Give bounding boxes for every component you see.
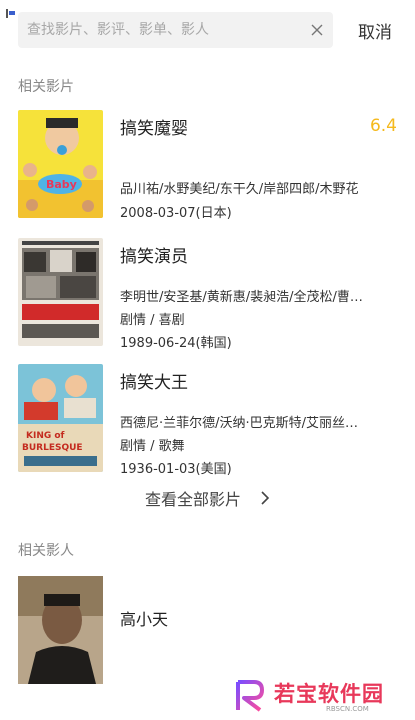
movie-title: 搞笑演员 <box>120 247 188 267</box>
chevron-right-icon <box>260 490 270 509</box>
movie-rating: 6.4 <box>369 116 397 136</box>
status-bar-indicator <box>6 9 15 18</box>
view-all-movies-button[interactable]: 查看全部影片 <box>0 486 415 510</box>
movie-item[interactable]: Baby 搞笑魔婴 6.4 品川祐/水野美纪/东干久/岸部四郎/木野花 2008… <box>0 110 415 221</box>
view-all-label: 查看全部影片 <box>144 490 241 509</box>
search-bar <box>18 12 333 48</box>
movie-poster: KING of BURLESQUE <box>18 364 103 472</box>
svg-text:BURLESQUE: BURLESQUE <box>22 443 83 453</box>
movie-item[interactable]: KING of BURLESQUE 搞笑大王 西德尼·兰菲尔德/沃纳·巴克斯特/… <box>0 364 415 477</box>
logo-icon <box>236 680 264 712</box>
movie-item[interactable]: 搞笑演员 李明世/安圣基/黄新惠/裴昶浩/全茂松/曹… 剧情 / 喜剧 1989… <box>0 238 415 351</box>
watermark-subtext: RBSCN.COM <box>326 705 369 713</box>
search-input[interactable] <box>18 12 308 48</box>
clear-search-icon[interactable] <box>307 20 327 40</box>
movie-release-date: 1989-06-24(韩国) <box>120 336 232 351</box>
movie-genres: 剧情 / 喜剧 <box>120 313 185 328</box>
cancel-button[interactable]: 取消 <box>358 18 392 43</box>
person-photo <box>18 576 103 684</box>
related-people-heading: 相关影人 <box>18 543 74 559</box>
watermark-text: 若宝软件园 <box>274 682 384 706</box>
movie-release-date: 1936-01-03(美国) <box>120 462 232 477</box>
watermark-logo: 若宝软件园 RBSCN.COM <box>232 678 410 716</box>
movie-title: 搞笑大王 <box>120 373 188 393</box>
related-movies-heading: 相关影片 <box>18 79 74 95</box>
movie-cast: 西德尼·兰菲尔德/沃纳·巴克斯特/艾丽丝… <box>120 416 359 431</box>
movie-poster <box>18 238 103 346</box>
person-item[interactable]: 高小天 <box>0 576 415 686</box>
movie-cast: 李明世/安圣基/黄新惠/裴昶浩/全茂松/曹… <box>120 290 363 305</box>
movie-cast: 品川祐/水野美纪/东干久/岸部四郎/木野花 <box>120 182 359 197</box>
svg-text:KING of: KING of <box>26 431 65 441</box>
movie-genres: 剧情 / 歌舞 <box>120 439 185 454</box>
movie-poster: Baby <box>18 110 103 218</box>
movie-release-date: 2008-03-07(日本) <box>120 206 232 221</box>
person-name: 高小天 <box>120 610 169 629</box>
svg-text:Baby: Baby <box>46 178 77 191</box>
movie-title: 搞笑魔婴 <box>120 119 188 139</box>
